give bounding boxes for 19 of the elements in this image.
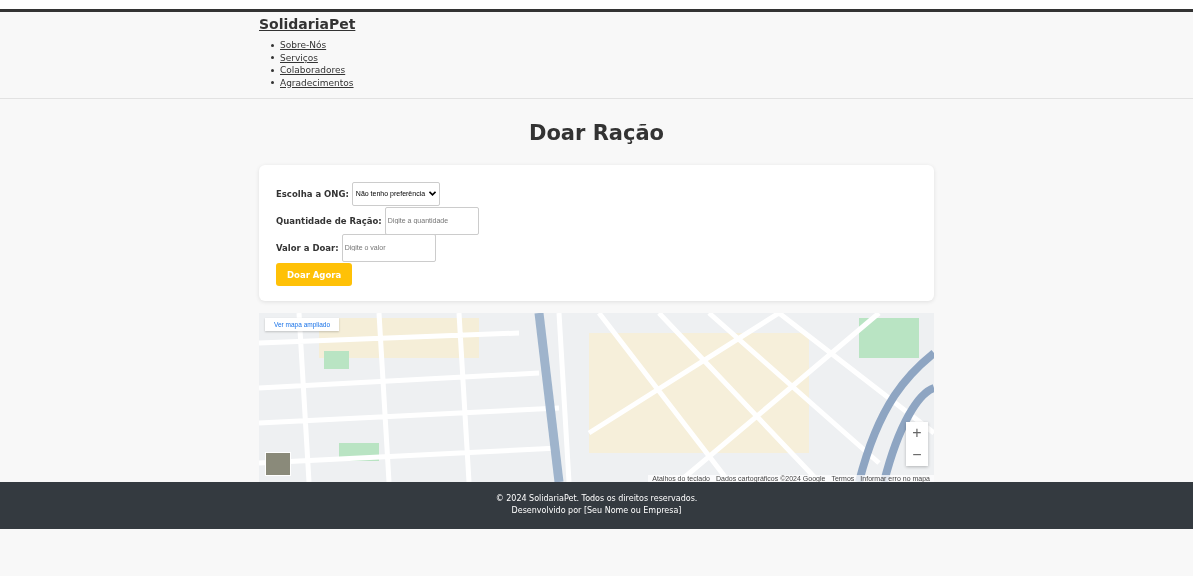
page-title: Doar Ração	[527, 121, 666, 145]
nav-link[interactable]: Sobre-Nós	[280, 40, 327, 51]
chevron-down-icon	[429, 191, 437, 196]
footer-text: © 2024 SolidariaPet. Todos os direitos reservados.	[494, 494, 699, 503]
bullet-icon	[271, 81, 274, 85]
nav-link[interactable]: Agradecimentos	[280, 77, 354, 88]
bullet-icon	[271, 56, 274, 60]
footer-text: Desenvolvido por [Seu Nome ou Empresa]	[510, 506, 683, 515]
nav-link[interactable]: Colaboradores	[280, 65, 346, 76]
field-label: Valor a Doar:	[276, 242, 339, 253]
field-label: Escolha a ONG:	[276, 188, 349, 199]
site-logo[interactable]: SolidariaPet	[259, 16, 356, 32]
zoom-out-button[interactable]: −	[906, 444, 928, 466]
satellite-thumbnail[interactable]	[265, 452, 291, 476]
field-label: Quantidade de Ração:	[276, 215, 382, 226]
zoom-in-button[interactable]: +	[906, 422, 928, 444]
nav-link[interactable]: Serviços	[280, 52, 318, 63]
bullet-icon	[271, 68, 274, 72]
bullet-icon	[271, 43, 274, 47]
